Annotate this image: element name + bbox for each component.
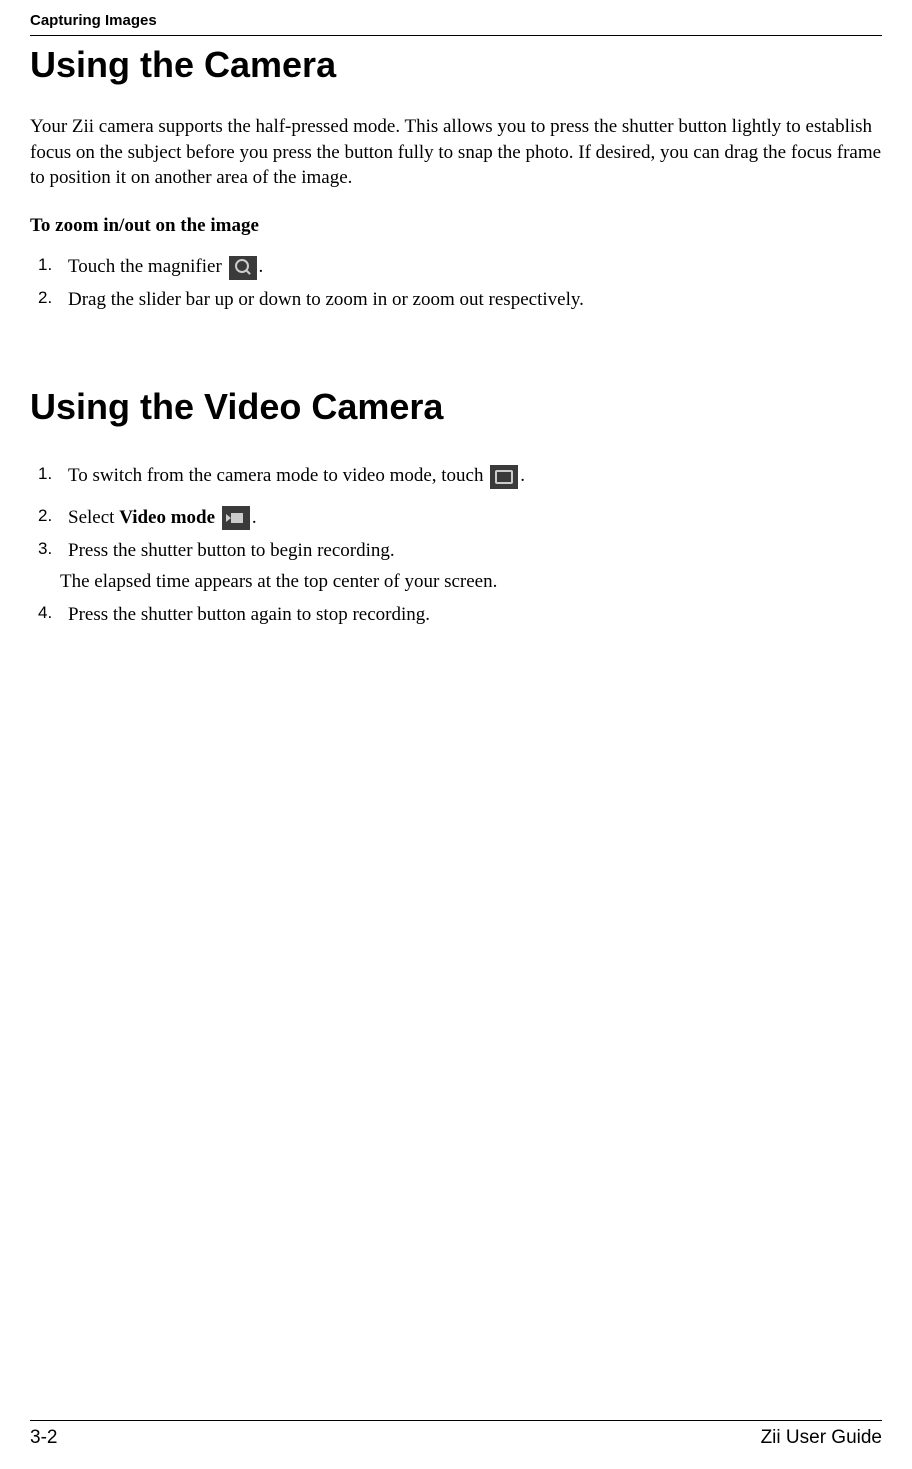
step-number: 4. xyxy=(38,601,68,626)
step-text-after: . xyxy=(520,465,525,486)
list-item: 2. Drag the slider bar up or down to zoo… xyxy=(38,286,882,314)
step-content: Press the shutter button again to stop r… xyxy=(68,601,882,629)
step-text-before: Select xyxy=(68,507,119,528)
zoom-steps-list: 1. Touch the magnifier . 2. Drag the sli… xyxy=(30,253,882,314)
step-content: Touch the magnifier . xyxy=(68,253,882,281)
step-number: 1. xyxy=(38,253,68,278)
footer-row: 3-2 Zii User Guide xyxy=(30,1427,882,1449)
video-mode-label: Video mode xyxy=(119,507,215,528)
intro-paragraph: Your Zii camera supports the half-presse… xyxy=(30,114,882,191)
camera-mode-icon xyxy=(490,465,518,489)
magnifier-icon xyxy=(229,256,257,280)
step-number: 1. xyxy=(38,462,68,487)
step-number: 3. xyxy=(38,537,68,562)
step-content: Drag the slider bar up or down to zoom i… xyxy=(68,286,882,314)
list-item: 1. Touch the magnifier . xyxy=(38,253,882,281)
chapter-label: Capturing Images xyxy=(30,12,882,29)
step-content: Press the shutter button to begin record… xyxy=(68,537,882,565)
footer-rule xyxy=(30,1420,882,1421)
section-title-camera: Using the Camera xyxy=(30,44,882,86)
step-number: 2. xyxy=(38,504,68,529)
step-text-after: . xyxy=(252,507,257,528)
list-item: 2. Select Video mode . xyxy=(38,504,882,532)
guide-name: Zii User Guide xyxy=(761,1427,882,1449)
page-footer: 3-2 Zii User Guide xyxy=(30,1420,882,1449)
video-steps-list-cont: 4. Press the shutter button again to sto… xyxy=(30,601,882,629)
video-steps-list: 1. To switch from the camera mode to vid… xyxy=(30,462,882,565)
step-number: 2. xyxy=(38,286,68,311)
step-text-before: Touch the magnifier xyxy=(68,256,227,277)
step-content: To switch from the camera mode to video … xyxy=(68,462,882,490)
page-header: Capturing Images xyxy=(30,0,882,36)
step-text-after: . xyxy=(259,256,264,277)
zoom-subheading: To zoom in/out on the image xyxy=(30,215,882,237)
header-rule xyxy=(30,35,882,36)
page-number: 3-2 xyxy=(30,1427,57,1449)
step-sub-note: The elapsed time appears at the top cent… xyxy=(60,571,882,593)
list-item: 3. Press the shutter button to begin rec… xyxy=(38,537,882,565)
step-text-before: To switch from the camera mode to video … xyxy=(68,465,488,486)
section-title-video: Using the Video Camera xyxy=(30,386,882,428)
step-content: Select Video mode . xyxy=(68,504,882,532)
list-item: 4. Press the shutter button again to sto… xyxy=(38,601,882,629)
video-mode-icon xyxy=(222,506,250,530)
list-item: 1. To switch from the camera mode to vid… xyxy=(38,462,882,490)
